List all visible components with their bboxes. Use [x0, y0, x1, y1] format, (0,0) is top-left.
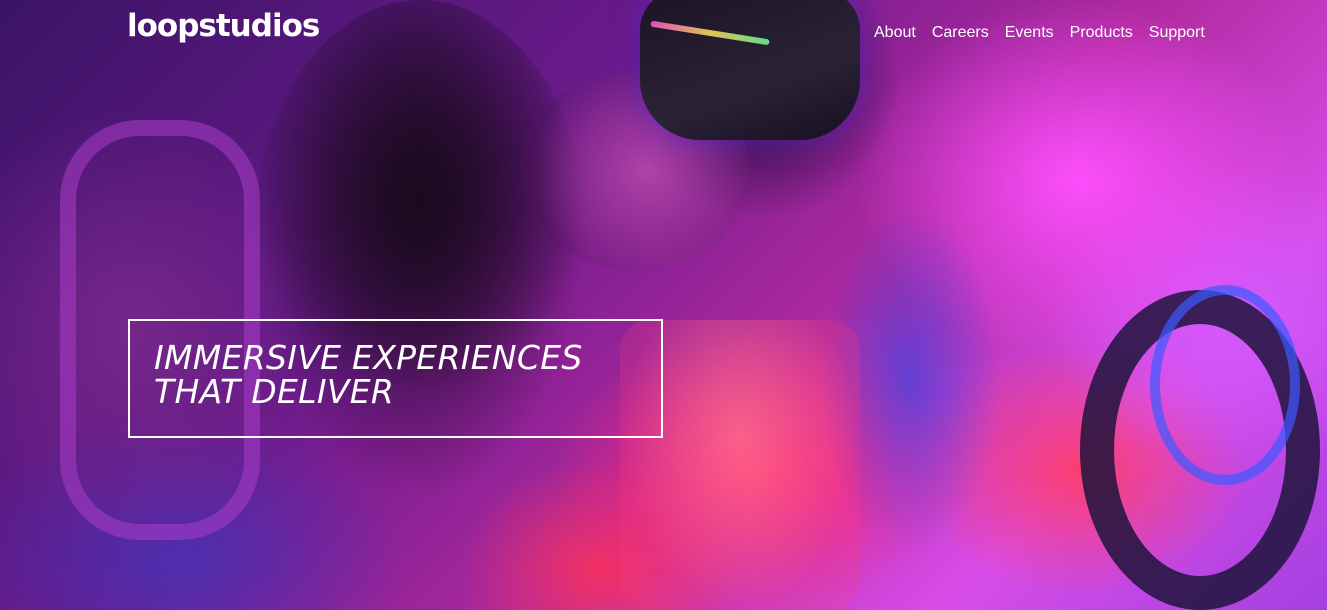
nav-link-products[interactable]: Products — [1070, 24, 1133, 42]
nav-link-events[interactable]: Events — [1005, 24, 1054, 42]
main-nav: About Careers Events Products Support — [874, 24, 1205, 42]
hero-headline-line-2: THAT DELIVER — [154, 372, 395, 411]
logo[interactable]: loopstudios — [127, 8, 320, 44]
nav-link-careers[interactable]: Careers — [932, 24, 989, 42]
nav-link-about[interactable]: About — [874, 24, 916, 42]
steering-wheel-highlight — [1150, 285, 1300, 485]
hero-headline-box: IMMERSIVE EXPERIENCES THAT DELIVER — [128, 319, 663, 438]
hero-background-image — [0, 0, 1327, 610]
nav-link-support[interactable]: Support — [1149, 24, 1205, 42]
hero-headline-line-1: IMMERSIVE EXPERIENCES — [154, 338, 583, 377]
site-header: loopstudios About Careers Events Product… — [0, 0, 1327, 70]
